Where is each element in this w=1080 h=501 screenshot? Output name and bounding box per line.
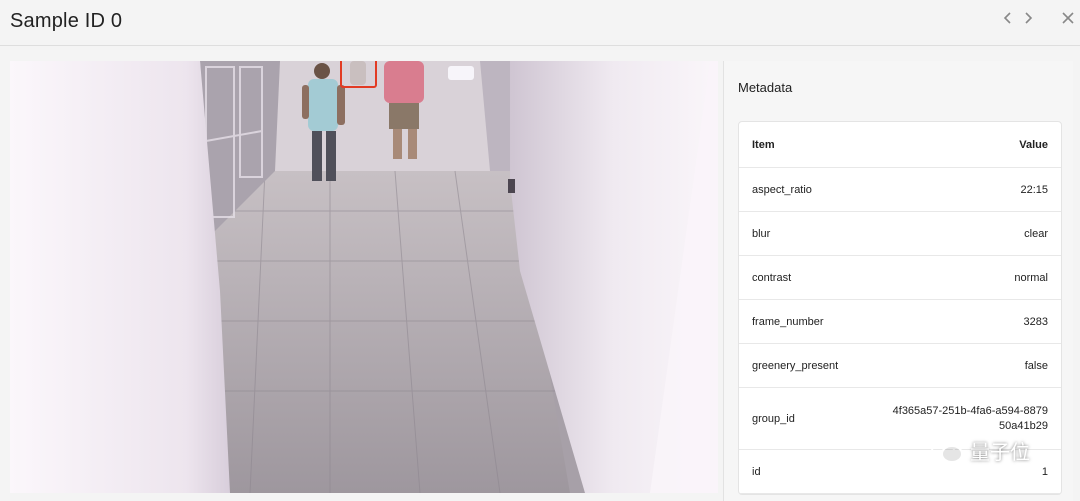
chevron-left-icon — [1003, 12, 1011, 24]
metadata-title: Metadata — [738, 80, 793, 95]
table-row: greenery_present false — [739, 344, 1061, 388]
column-header-item: Item — [752, 138, 775, 151]
corridor-scene-image — [10, 61, 718, 493]
previous-sample-button[interactable] — [998, 8, 1018, 28]
sample-image — [10, 61, 718, 493]
dialog-header: Sample ID 0 — [0, 0, 1080, 46]
row-value: clear — [1024, 227, 1048, 240]
next-sample-button[interactable] — [1018, 8, 1038, 28]
table-row: contrast normal — [739, 256, 1061, 300]
table-row: blur clear — [739, 212, 1061, 256]
table-row: aspect_ratio 22:15 — [739, 168, 1061, 212]
row-item: frame_number — [752, 315, 824, 328]
row-item: id — [752, 465, 761, 478]
row-item: blur — [752, 227, 771, 240]
row-value: false — [1024, 359, 1048, 372]
row-item: group_id — [752, 412, 795, 425]
table-row: frame_number 3283 — [739, 300, 1061, 344]
table-header-row: Item Value — [739, 122, 1061, 168]
chevron-right-icon — [1025, 12, 1033, 24]
row-item: contrast — [752, 271, 792, 284]
close-icon — [1062, 12, 1074, 24]
metadata-panel: Metadata Item Value aspect_ratio 22:15 b… — [723, 61, 1073, 501]
watermark: 量子位 — [930, 436, 1030, 465]
detection-bounding-box[interactable] — [340, 61, 377, 88]
row-value: normal — [1014, 271, 1048, 284]
row-item: greenery_present — [752, 359, 839, 372]
row-value: 22:15 — [1020, 183, 1048, 196]
column-header-value: Value — [1019, 138, 1048, 151]
row-value: 4f365a57-251b-4fa6-a594-887950a41b29 — [892, 404, 1048, 432]
row-item: aspect_ratio — [752, 183, 812, 196]
close-button[interactable] — [1058, 8, 1078, 28]
watermark-text: 量子位 — [970, 440, 1030, 464]
page-title: Sample ID 0 — [10, 10, 123, 32]
row-value: 3283 — [1023, 315, 1048, 328]
row-value: 1 — [1041, 465, 1048, 478]
wechat-icon — [931, 437, 963, 463]
